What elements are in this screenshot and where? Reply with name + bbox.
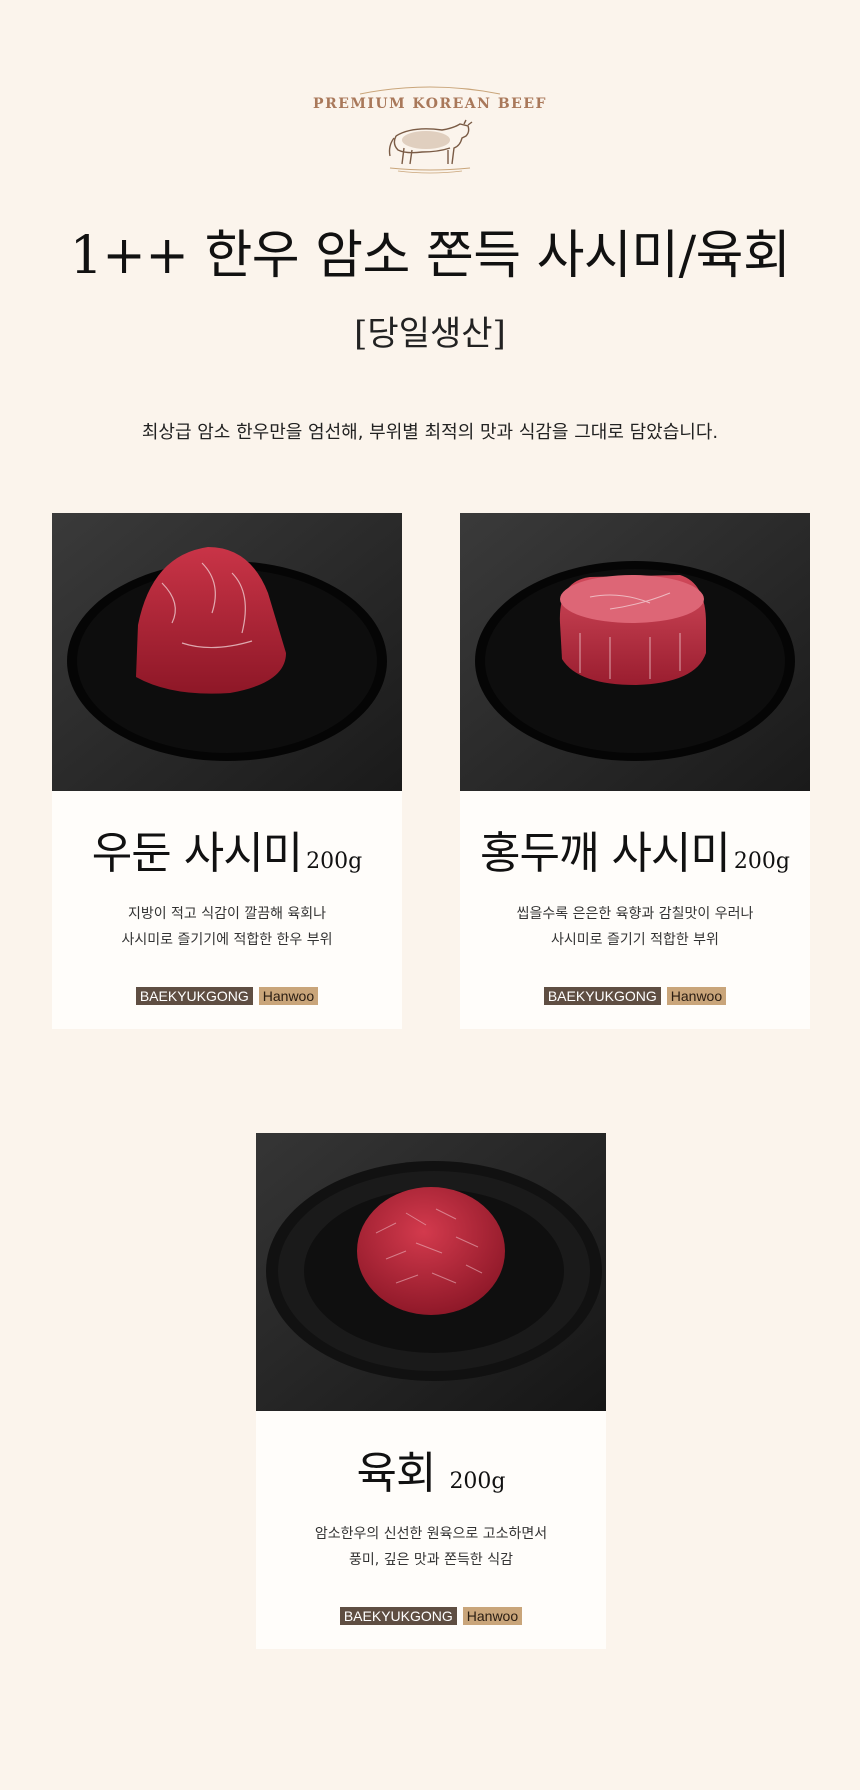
page-subtitle: [당일생산] xyxy=(354,314,506,354)
product-desc-line: 암소한우의 신선한 원육으로 고소하면서 xyxy=(314,1526,548,1542)
product-weight: 200g xyxy=(449,1469,506,1494)
page-tagline: 최상급 암소 한우만을 엄선해, 부위별 최적의 맛과 식감을 그대로 담았습니… xyxy=(141,422,719,443)
product-desc-line: 씹을수록 은은한 육향과 감칠맛이 우러나 xyxy=(516,906,754,922)
product-description: 지방이 적고 식감이 깔끔해 육회나 사시미로 즐기기에 적합한 한우 부위 xyxy=(52,901,402,953)
product-name: 육회 xyxy=(356,1448,436,1499)
product-card-hongdukkae[interactable]: 홍두깨 사시미 200g 씹을수록 은은한 육향과 감칠맛이 우러나 사시미로 즐… xyxy=(460,513,810,1029)
product-desc-line: 사시미로 즐기기에 적합한 한우 부위 xyxy=(121,932,333,948)
product-name-row: 육회 200g xyxy=(256,1437,606,1501)
brand-badge: BAEKYUKGONG xyxy=(135,987,253,1005)
product-name-row: 우둔 사시미 200g xyxy=(52,817,402,881)
product-badges: BAEKYUKGONG Hanwoo xyxy=(256,1607,606,1625)
product-photo-hongdukkae xyxy=(460,513,810,791)
product-name: 우둔 사시미 xyxy=(91,828,303,879)
product-desc-line: 사시미로 즐기기 적합한 부위 xyxy=(551,932,719,948)
product-card-yukhoe[interactable]: 육회 200g 암소한우의 신선한 원육으로 고소하면서 풍미, 깊은 맛과 쫀득… xyxy=(256,1133,606,1649)
product-card-udun[interactable]: 우둔 사시미 200g 지방이 적고 식감이 깔끔해 육회나 사시미로 즐기기에 … xyxy=(52,513,402,1029)
hanwoo-badge: Hanwoo xyxy=(258,987,319,1005)
product-photo-yukhoe xyxy=(256,1133,606,1411)
product-weight: 200g xyxy=(733,849,790,874)
cow-icon xyxy=(388,119,473,174)
hanwoo-badge: Hanwoo xyxy=(666,987,727,1005)
product-description: 씹을수록 은은한 육향과 감칠맛이 우러나 사시미로 즐기기 적합한 부위 xyxy=(460,901,810,953)
hanwoo-badge: Hanwoo xyxy=(462,1607,523,1625)
product-name: 홍두깨 사시미 xyxy=(480,828,731,879)
page-title: 1++ 한우 암소 쫀득 사시미/육회 xyxy=(69,226,791,286)
product-badges: BAEKYUKGONG Hanwoo xyxy=(460,987,810,1005)
brand-badge: BAEKYUKGONG xyxy=(339,1607,457,1625)
product-badges: BAEKYUKGONG Hanwoo xyxy=(52,987,402,1005)
product-photo-udun xyxy=(52,513,402,791)
logo-text: PREMIUM KOREAN BEEF xyxy=(313,96,547,112)
product-desc-line: 풍미, 깊은 맛과 쫀득한 식감 xyxy=(349,1552,513,1568)
product-description: 암소한우의 신선한 원육으로 고소하면서 풍미, 깊은 맛과 쫀득한 식감 xyxy=(256,1521,606,1573)
brand-badge: BAEKYUKGONG xyxy=(543,987,661,1005)
product-weight: 200g xyxy=(306,849,363,874)
product-name-row: 홍두깨 사시미 200g xyxy=(460,817,810,881)
brand-logo: PREMIUM KOREAN BEEF xyxy=(0,82,860,178)
product-desc-line: 지방이 적고 식감이 깔끔해 육회나 xyxy=(127,906,327,922)
